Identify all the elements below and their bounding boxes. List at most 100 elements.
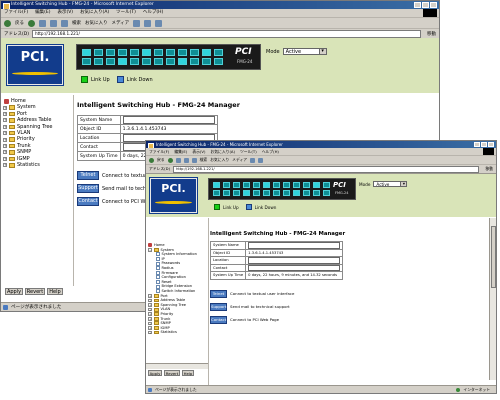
expand-icon[interactable]: + [3,137,7,142]
revert-button[interactable]: Revert [164,370,180,376]
tree-horizontal-scrollbar[interactable] [146,363,208,369]
chevron-down-icon[interactable]: ▾ [400,181,407,186]
port-24[interactable] [214,58,223,65]
tree-item[interactable]: + Statistics [1,162,73,168]
port-14[interactable] [94,58,103,65]
help-button[interactable]: Help [182,370,194,376]
close-button[interactable] [430,2,437,8]
port-3[interactable] [233,182,240,188]
port-16[interactable] [243,190,250,196]
history-icon[interactable] [133,19,141,27]
telnet-button[interactable]: Telnet [210,289,227,298]
media-button[interactable]: メディア [112,20,130,26]
expand-icon[interactable]: + [148,321,152,326]
port-1[interactable] [82,49,91,56]
expand-icon[interactable]: + [148,307,152,312]
stop-icon[interactable] [39,19,46,27]
expand-icon[interactable]: + [148,303,152,307]
port-15[interactable] [106,58,115,65]
menu-file[interactable]: ファイル(F) [149,148,169,155]
text-input[interactable] [122,116,215,124]
port-18[interactable] [263,190,270,196]
text-input[interactable] [248,264,341,271]
stop-icon[interactable] [175,157,181,163]
media-button[interactable]: メディア [232,157,247,163]
text-input[interactable] [248,242,341,249]
mail-icon[interactable] [258,157,264,163]
mode-select[interactable]: Active ▾ [282,48,327,55]
favorites-button[interactable]: お気に入り [210,157,229,163]
expand-icon[interactable]: + [3,131,7,136]
mode-select[interactable]: Active ▾ [373,181,408,187]
home-icon[interactable] [61,19,68,27]
port-14[interactable] [223,190,230,196]
chevron-down-icon[interactable]: ▾ [318,48,326,54]
expand-icon[interactable]: + [3,150,7,155]
port-12[interactable] [323,182,330,188]
port-4[interactable] [243,182,250,188]
back-label[interactable]: 戻る [15,20,24,26]
home-icon[interactable] [191,157,197,163]
minimize-button[interactable] [414,2,421,8]
expand-icon[interactable]: + [148,312,152,316]
port-8[interactable] [283,182,290,188]
contact-button[interactable]: Contact [210,315,227,324]
port-5[interactable] [130,49,139,56]
expand-icon[interactable]: + [148,330,152,335]
port-11[interactable] [313,182,320,188]
port-3[interactable] [106,49,115,56]
tree-item[interactable]: + Statistics [146,330,208,335]
port-6[interactable] [142,49,151,56]
port-10[interactable] [190,49,199,56]
port-1[interactable] [213,182,220,188]
expand-icon[interactable]: + [148,326,152,330]
port-19[interactable] [154,58,163,65]
port-16[interactable] [118,58,127,65]
port-20[interactable] [283,190,290,196]
close-button[interactable] [488,142,494,147]
port-21[interactable] [178,58,187,65]
back-arrow-icon[interactable] [149,157,154,163]
expand-icon[interactable]: + [148,317,152,321]
port-2[interactable] [223,182,230,188]
port-17[interactable] [253,190,260,196]
back-label[interactable]: 戻る [157,157,165,163]
search-button[interactable]: 検索 [200,157,208,163]
scrollbar-thumb[interactable] [490,226,496,288]
port-12[interactable] [214,49,223,56]
port-5[interactable] [253,182,260,188]
minimize-button[interactable] [474,142,480,147]
port-13[interactable] [82,58,91,65]
back-arrow-icon[interactable] [4,19,11,27]
port-2[interactable] [94,49,103,56]
port-13[interactable] [213,190,220,196]
expand-icon[interactable]: + [3,124,7,129]
menu-help[interactable]: ヘルプ(H) [143,9,163,17]
expand-icon[interactable]: + [3,156,7,161]
port-4[interactable] [118,49,127,56]
expand-icon[interactable]: + [3,105,7,110]
menu-edit[interactable]: 編集(E) [174,148,187,155]
menu-edit[interactable]: 編集(E) [35,9,50,17]
address-input[interactable]: http://192.168.1.221/ [31,29,421,38]
address-input[interactable]: http://192.168.1.221/ [173,165,480,173]
favorites-button[interactable]: お気に入り [85,20,108,26]
menu-tools[interactable]: ツール(T) [116,9,136,17]
print-icon[interactable] [155,19,163,27]
menu-favorites[interactable]: お気に入り(A) [210,148,235,155]
expand-icon[interactable]: + [3,112,7,117]
port-24[interactable] [323,190,330,196]
port-22[interactable] [303,190,310,196]
search-button[interactable]: 検索 [72,20,81,26]
contact-button[interactable]: Contact [77,197,99,206]
refresh-icon[interactable] [50,19,57,27]
port-6[interactable] [263,182,270,188]
go-button[interactable]: 移動 [482,166,496,172]
expand-icon[interactable]: + [148,294,152,298]
port-7[interactable] [273,182,280,188]
port-20[interactable] [166,58,175,65]
menu-tools[interactable]: ツール(T) [240,148,257,155]
apply-button[interactable]: Apply [5,288,23,295]
menu-help[interactable]: ヘルプ(H) [262,148,279,155]
help-button[interactable]: Help [47,288,63,295]
